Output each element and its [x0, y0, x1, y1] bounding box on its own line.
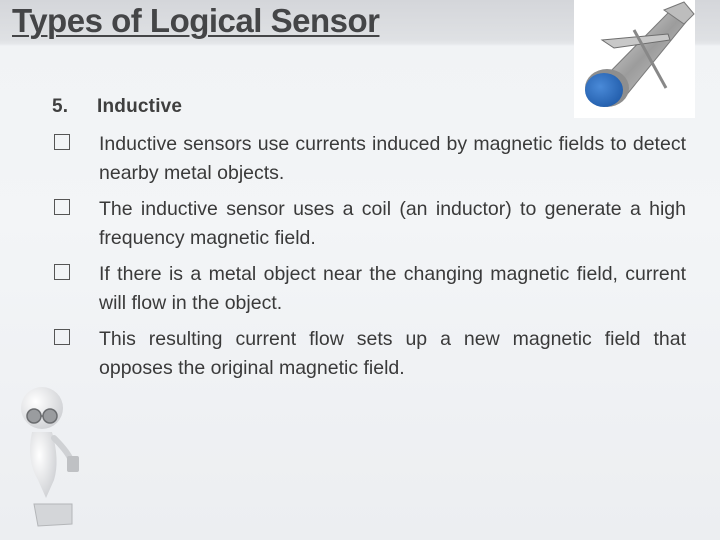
list-item: Inductive sensors use currents induced b…	[52, 130, 686, 188]
checkbox-bullet-icon	[54, 264, 70, 280]
bullet-text: The inductive sensor uses a coil (an ind…	[99, 198, 686, 249]
body	[30, 432, 57, 498]
bullet-list: Inductive sensors use currents induced b…	[52, 130, 686, 390]
puzzle-piece-held	[67, 456, 79, 472]
bullet-text: If there is a metal object near the chan…	[99, 263, 686, 314]
section-title: Inductive	[97, 96, 183, 117]
slide-title: Types of Logical Sensor	[12, 2, 380, 39]
section-number: 5.	[52, 96, 69, 117]
list-item: If there is a metal object near the chan…	[52, 260, 686, 318]
list-item: The inductive sensor uses a coil (an ind…	[52, 195, 686, 253]
list-item: This resulting current flow sets up a ne…	[52, 325, 686, 383]
inductive-sensor-image	[574, 0, 695, 118]
puzzle-piece-floor	[33, 503, 73, 527]
section-heading: 5. Inductive	[52, 96, 182, 118]
bullet-text: This resulting current flow sets up a ne…	[99, 328, 686, 379]
sensor-cap	[585, 73, 623, 107]
checkbox-bullet-icon	[54, 329, 70, 345]
checkbox-bullet-icon	[54, 134, 70, 150]
glasses-right	[42, 408, 58, 424]
checkbox-bullet-icon	[54, 199, 70, 215]
head	[21, 387, 63, 429]
glasses-left	[26, 408, 42, 424]
puzzle-person-figure	[12, 380, 92, 530]
bullet-text: Inductive sensors use currents induced b…	[99, 133, 686, 184]
